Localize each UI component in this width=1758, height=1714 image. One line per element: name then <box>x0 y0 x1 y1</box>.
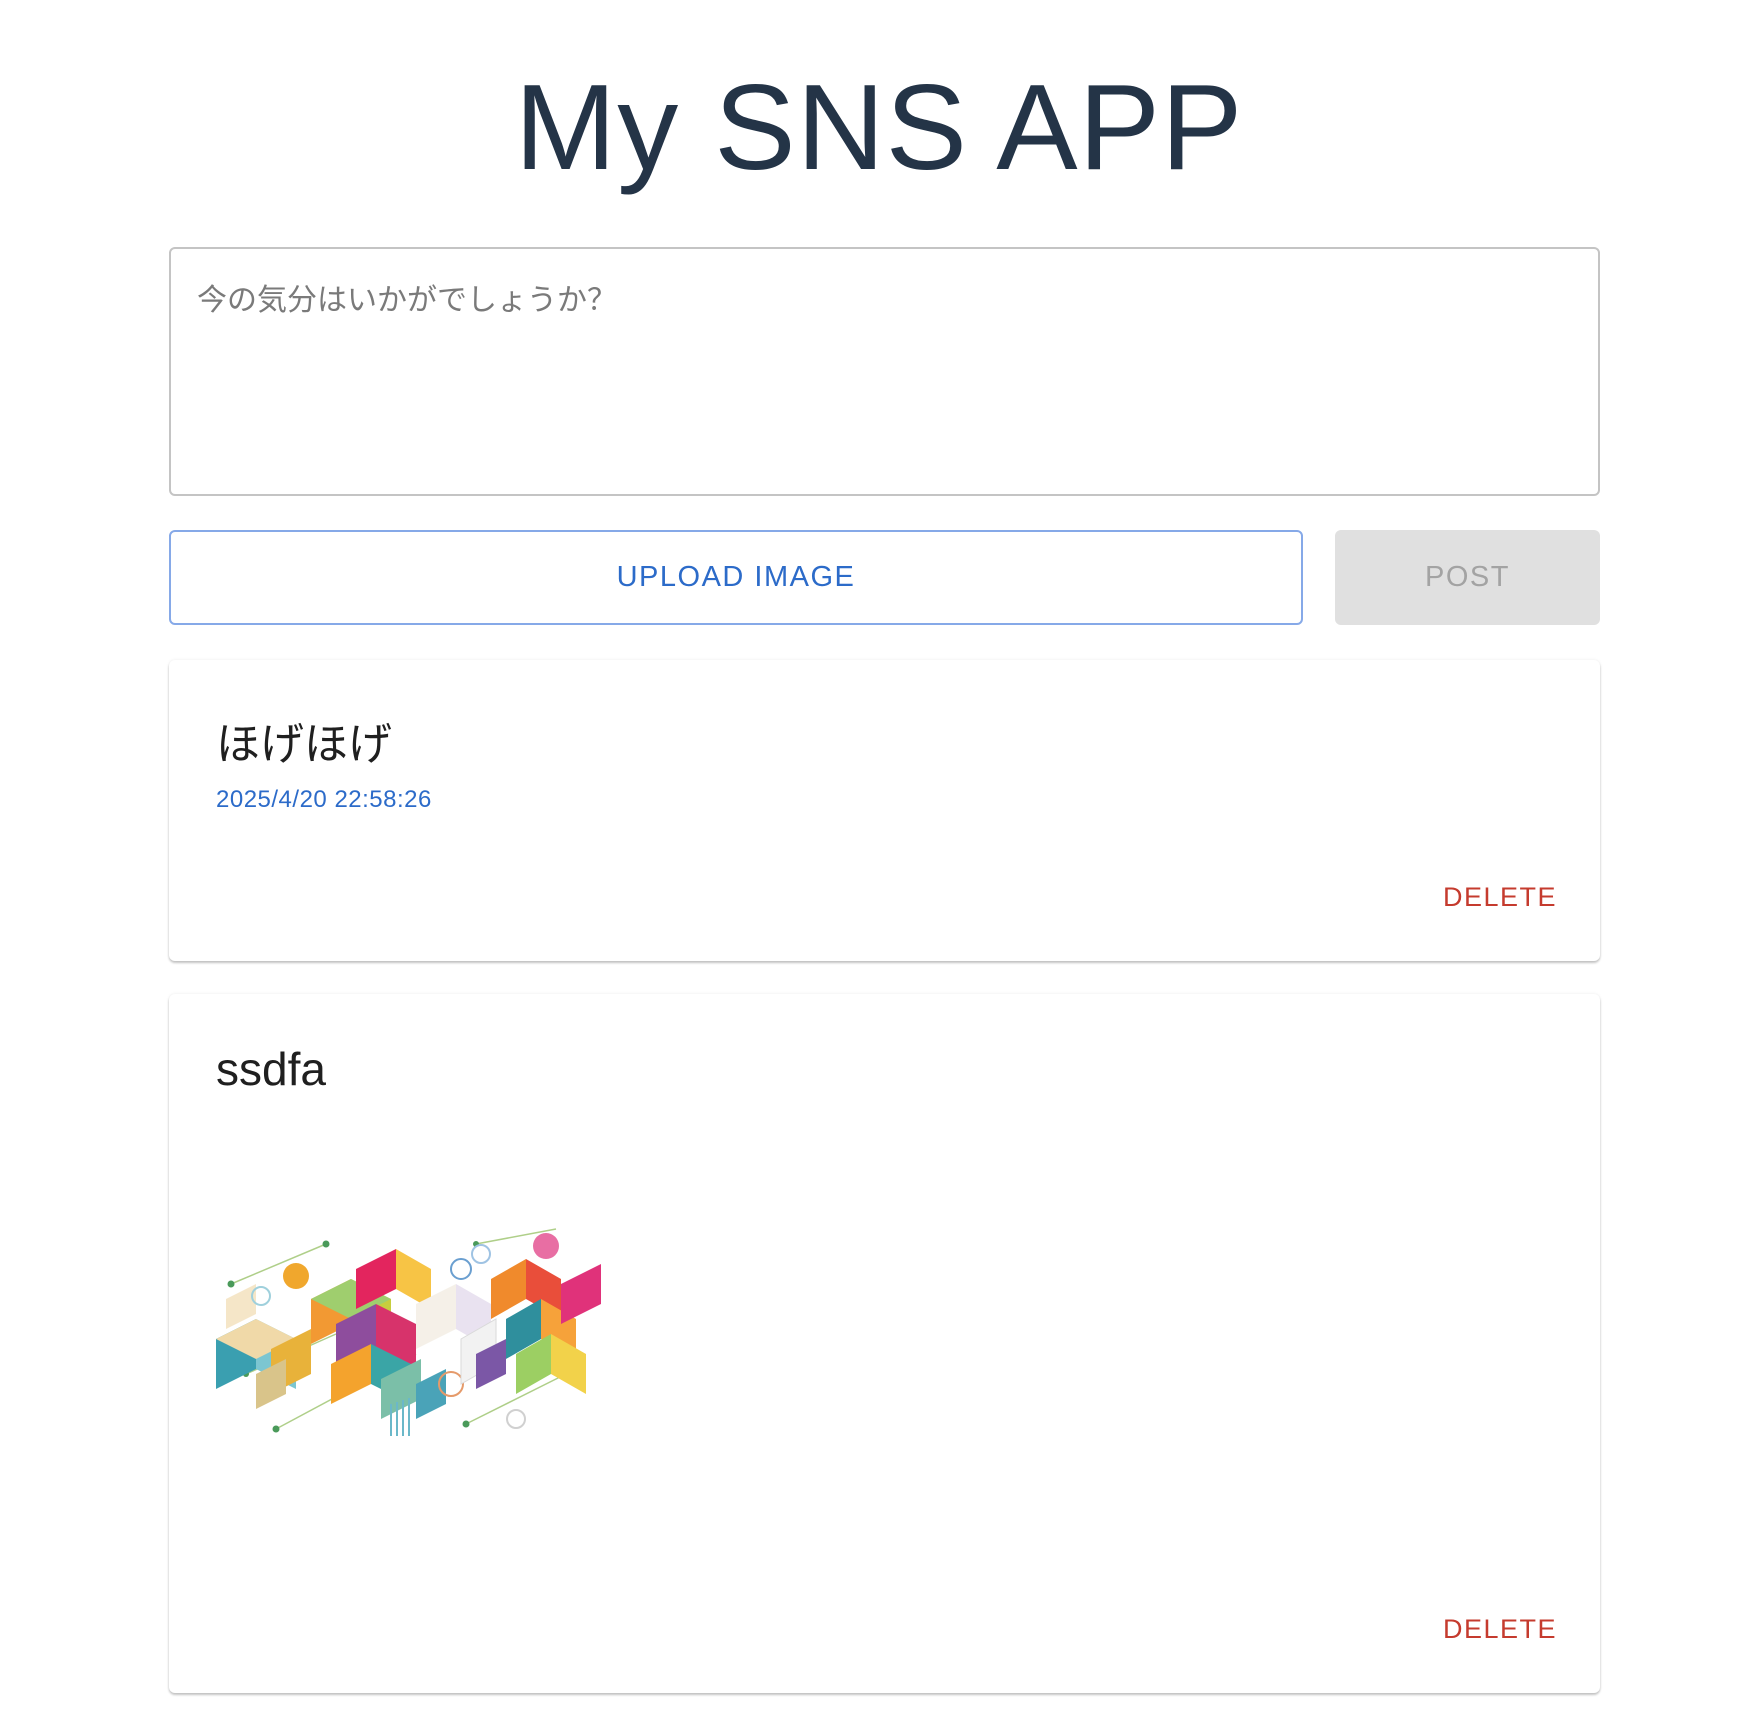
post-composer-input[interactable] <box>169 247 1600 496</box>
post-timestamp: 2025/4/20 22:58:26 <box>216 786 432 813</box>
post-image <box>216 1228 601 1436</box>
post-button[interactable]: POST <box>1335 530 1600 625</box>
post-text: ssdfa <box>216 1043 326 1095</box>
delete-post-button[interactable]: DELETE <box>1443 882 1557 913</box>
post-card: ほげほげ 2025/4/20 22:58:26 DELETE <box>169 660 1600 961</box>
app-title: My SNS APP <box>514 59 1244 195</box>
delete-post-button[interactable]: DELETE <box>1443 1614 1557 1645</box>
post-card: ssdfa DELETE <box>169 994 1600 1693</box>
post-text: ほげほげ <box>216 719 392 770</box>
upload-image-button[interactable]: UPLOAD IMAGE <box>169 530 1303 625</box>
